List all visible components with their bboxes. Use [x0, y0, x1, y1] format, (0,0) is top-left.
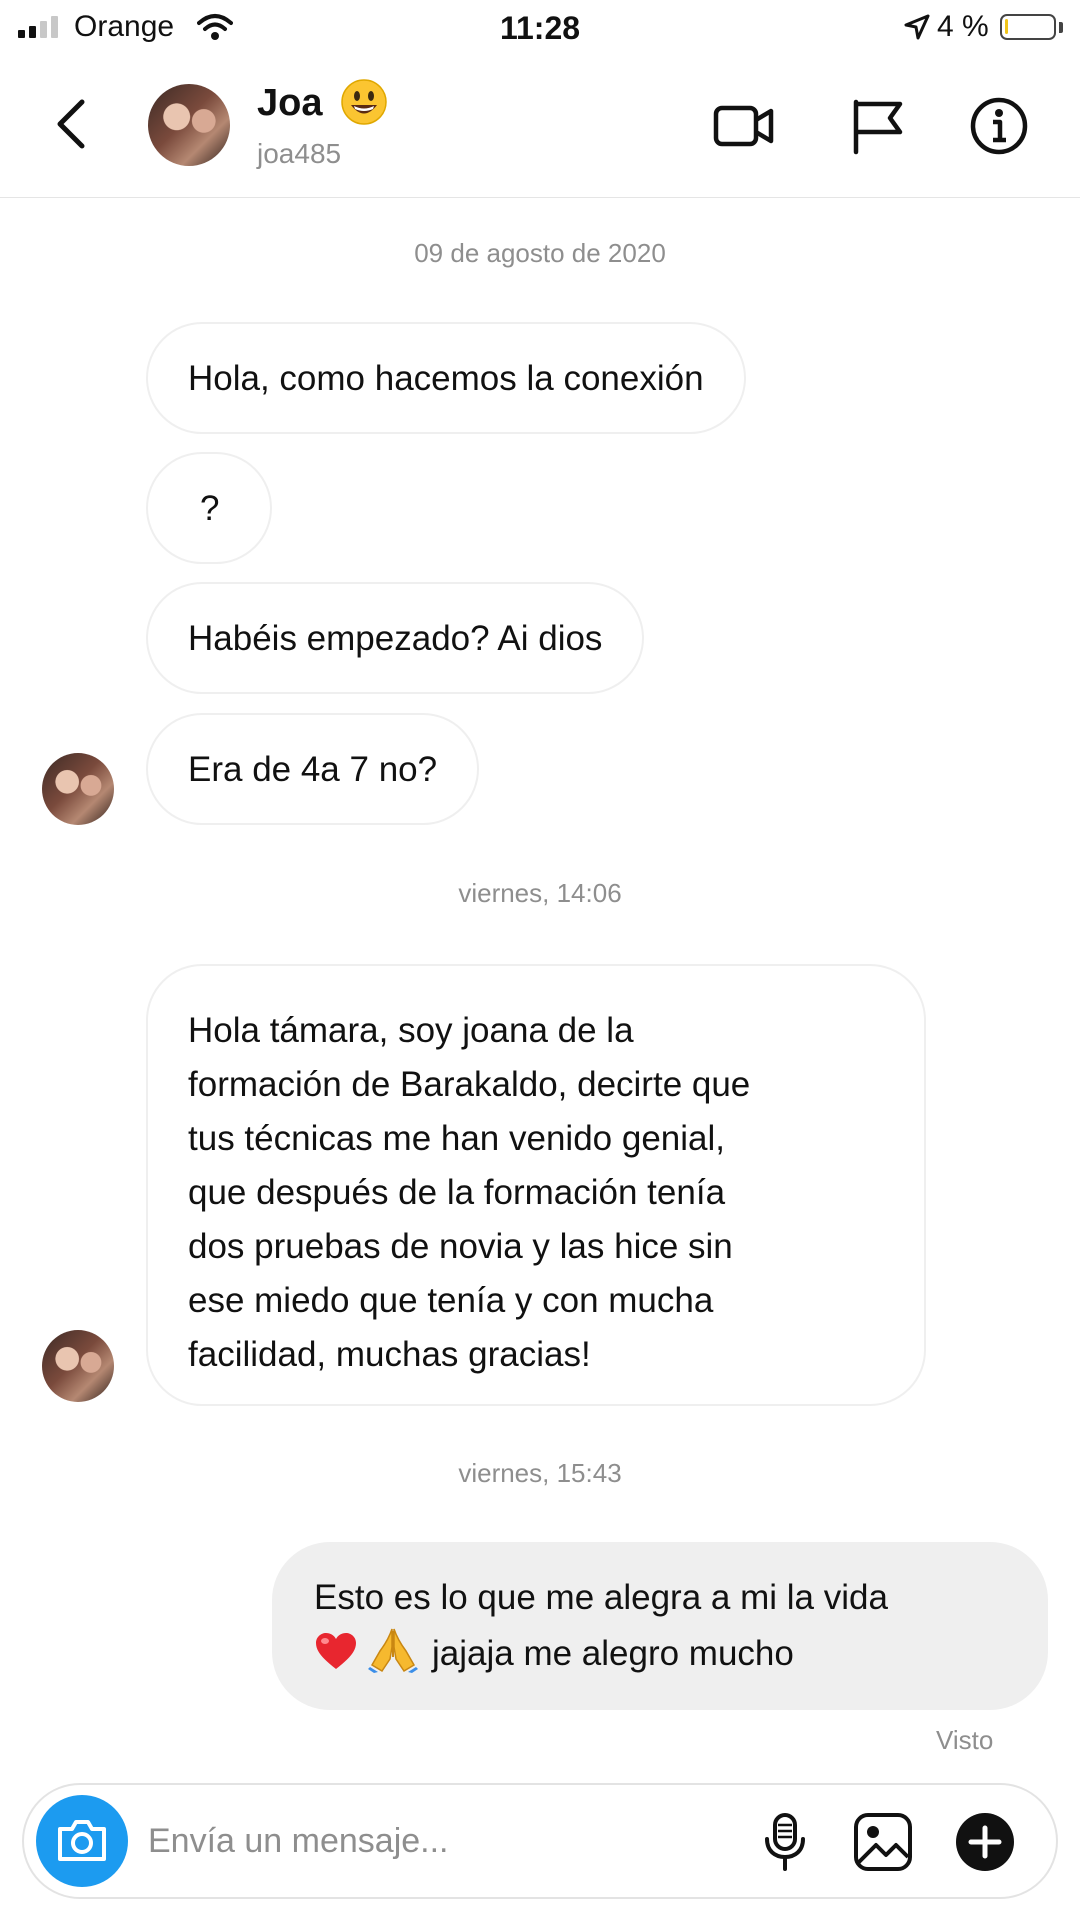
contact-username: joa485: [257, 138, 342, 169]
message-bubble-incoming[interactable]: Era de 4a 7 no?: [146, 713, 480, 825]
battery-percent: 4 %: [937, 10, 989, 43]
sender-avatar[interactable]: [42, 1330, 114, 1402]
message-text: jajaja me alegro mucho: [432, 1634, 794, 1673]
red-heart-emoji: [316, 1633, 356, 1669]
contact-name[interactable]: Joa: [257, 82, 322, 125]
message-text: Era de 4a 7 no?: [188, 750, 438, 789]
message-bubble-incoming[interactable]: Habéis empezado? Ai dios: [146, 582, 645, 694]
status-bar: Orange 11:28 4 %: [0, 0, 1080, 58]
message-bubble-outgoing[interactable]: Esto es lo que me alegra a mi la vida ja…: [272, 1542, 1048, 1710]
sender-avatar[interactable]: [42, 753, 114, 825]
message-bubble-incoming[interactable]: Hola, como hacemos la conexión: [146, 322, 746, 434]
message-text: Habéis empezado? Ai dios: [188, 619, 603, 658]
message-text-line: facilidad, muchas gracias!: [188, 1335, 591, 1374]
message-composer: [22, 1783, 1058, 1899]
direct-message-screen: Orange 11:28 4 % Joa joa485 09 de agosto…: [0, 0, 1080, 1920]
camera-icon: [58, 1820, 106, 1861]
seen-receipt: Visto: [936, 1725, 994, 1755]
battery-nub: [1059, 22, 1063, 33]
flag-icon[interactable]: [848, 96, 910, 156]
message-bubble-incoming[interactable]: ?: [146, 452, 273, 564]
folded-hands-emoji: [368, 1628, 418, 1673]
message-text-line: que después de la formación tenía: [188, 1173, 726, 1212]
add-plus-icon[interactable]: [954, 1811, 1016, 1873]
message-text: Hola, como hacemos la conexión: [188, 359, 704, 398]
message-text-line: dos pruebas de novia y las hice sin: [188, 1227, 733, 1266]
battery-icon: [1000, 14, 1056, 40]
smiling-face-emoji: [341, 79, 387, 125]
message-text: ?: [200, 489, 220, 528]
chat-header: Joa joa485: [0, 58, 1080, 198]
info-icon[interactable]: [968, 96, 1030, 156]
location-arrow-icon: [904, 14, 930, 40]
message-text-line: jajaja me alegro mucho: [314, 1625, 1008, 1681]
video-call-icon[interactable]: [713, 96, 775, 156]
date-separator: viernes, 14:06: [458, 878, 622, 908]
message-text-line: tus técnicas me han venido genial,: [188, 1119, 725, 1158]
message-text-line: Hola támara, soy joana de la: [188, 1011, 634, 1050]
date-separator: viernes, 15:43: [458, 1458, 622, 1488]
message-text-line: formación de Barakaldo, decirte que: [188, 1065, 751, 1104]
camera-button[interactable]: [36, 1795, 128, 1887]
gallery-icon[interactable]: [852, 1811, 914, 1873]
contact-avatar[interactable]: [148, 84, 230, 166]
message-input[interactable]: [148, 1813, 618, 1869]
message-bubble-incoming-long[interactable]: Hola támara, soy joana de la formación d…: [146, 964, 926, 1406]
message-text-line: ese miedo que tenía y con mucha: [188, 1281, 714, 1320]
microphone-icon[interactable]: [754, 1811, 816, 1873]
battery-level-fill: [1005, 19, 1008, 34]
message-text-line: Esto es lo que me alegra a mi la vida: [314, 1578, 888, 1617]
back-chevron-icon[interactable]: [48, 94, 98, 154]
date-separator: 09 de agosto de 2020: [414, 238, 666, 268]
